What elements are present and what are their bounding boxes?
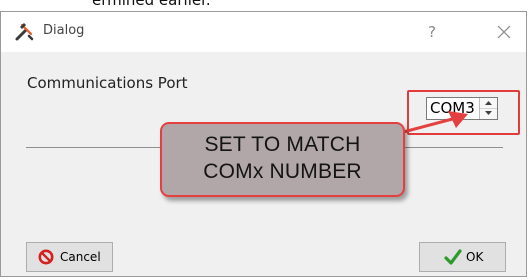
communications-port-label: Communications Port: [27, 74, 188, 92]
dialog-title: Dialog: [43, 23, 85, 38]
annotation-callout: SET TO MATCH COMx NUMBER: [160, 122, 405, 197]
no-entry-icon: [38, 249, 54, 265]
checkmark-icon: [444, 249, 462, 265]
page-caption-text: ermined earlier.: [92, 0, 211, 9]
callout-line-2: COMx NUMBER: [203, 160, 362, 183]
close-icon[interactable]: [489, 17, 519, 47]
title-bar: Dialog ?: [1, 12, 526, 52]
cancel-button-label: Cancel: [60, 250, 101, 264]
spin-down-arrow-icon[interactable]: [480, 108, 497, 118]
ok-button[interactable]: OK: [419, 242, 506, 272]
help-button[interactable]: ?: [417, 17, 447, 47]
cancel-button[interactable]: Cancel: [26, 242, 113, 272]
screenshot: ermined earlier. Dialog ? Communications…: [0, 0, 529, 280]
tools-icon: [15, 23, 34, 41]
ok-button-label: OK: [466, 250, 484, 264]
spinbox-arrows: [479, 98, 497, 119]
callout-line-1: SET TO MATCH: [204, 133, 361, 156]
